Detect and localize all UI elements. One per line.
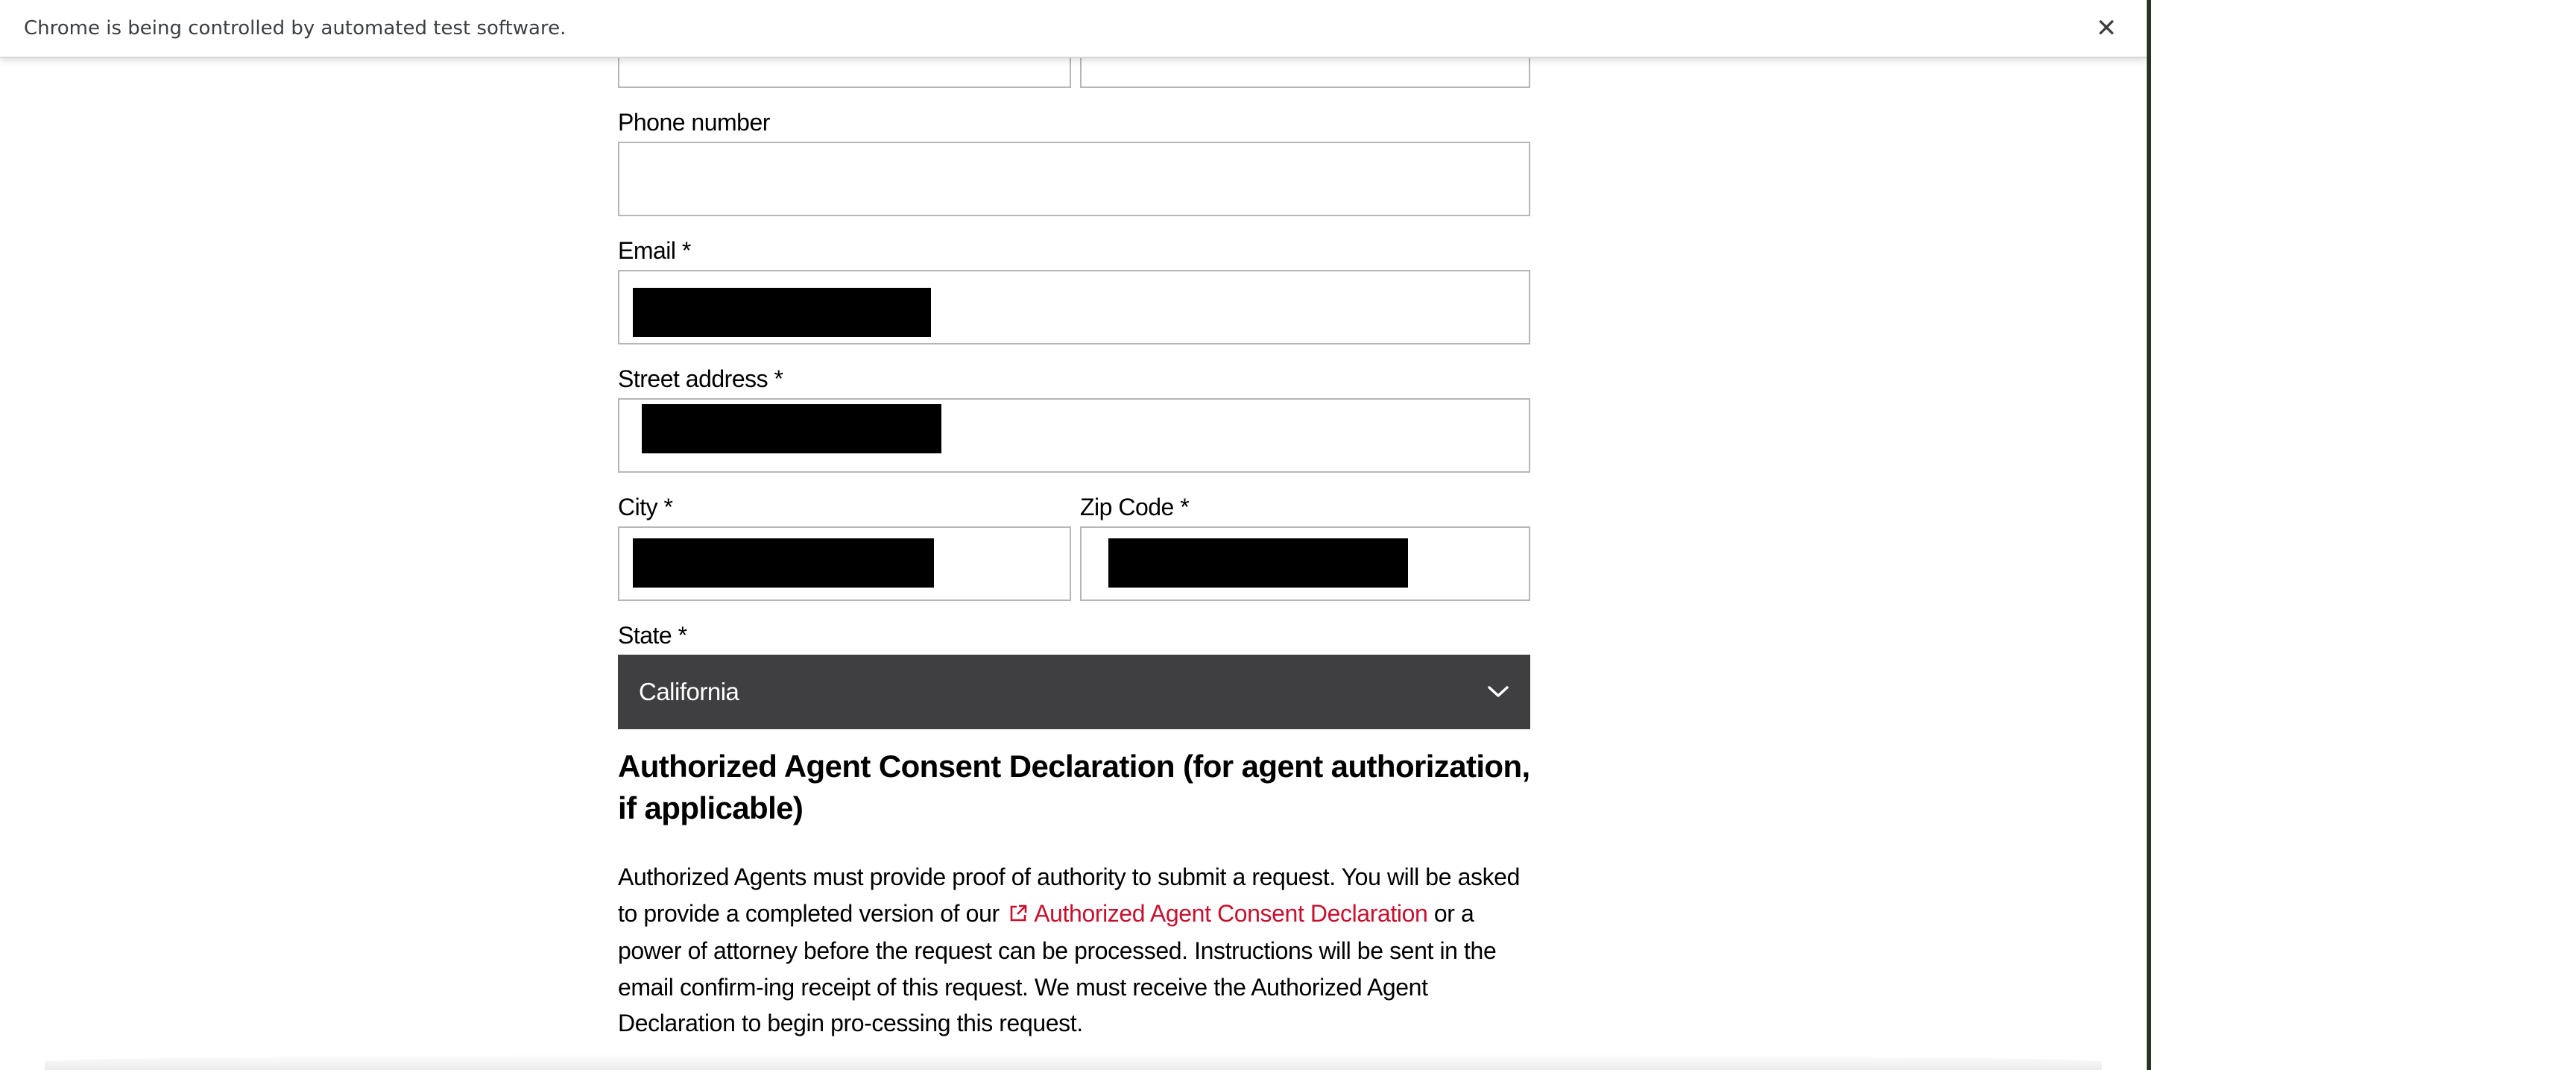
automation-infobar: Chrome is being controlled by automated … bbox=[0, 0, 2147, 58]
state-label: State * bbox=[618, 622, 687, 649]
close-icon[interactable]: ✕ bbox=[2090, 12, 2123, 45]
chevron-down-icon bbox=[1487, 685, 1509, 699]
city-input[interactable] bbox=[618, 526, 1071, 601]
viewport-bottom-shadow bbox=[45, 1054, 2102, 1070]
state-selected-value: California bbox=[639, 678, 739, 705]
browser-viewport: Chrome is being controlled by automated … bbox=[0, 0, 2147, 1070]
desktop-area bbox=[2151, 0, 2576, 1070]
infobar-message: Chrome is being controlled by automated … bbox=[24, 17, 566, 40]
street-label: Street address * bbox=[618, 365, 783, 392]
street-input[interactable] bbox=[618, 398, 1530, 473]
consent-paragraph: Authorized Agents must provide proof of … bbox=[618, 859, 1530, 1042]
consent-declaration-link[interactable]: Authorized Agent Consent Declaration bbox=[1006, 899, 1428, 927]
redacted-street-value bbox=[642, 404, 941, 453]
redacted-email-value bbox=[633, 288, 931, 337]
phone-label: Phone number bbox=[618, 109, 770, 136]
consent-heading: Authorized Agent Consent Declaration (fo… bbox=[618, 749, 1530, 825]
email-label: Email * bbox=[618, 237, 691, 264]
city-label: City * bbox=[618, 494, 673, 520]
redacted-city-value bbox=[633, 538, 934, 588]
redacted-zip-value bbox=[1108, 538, 1408, 588]
screen: Chrome is being controlled by automated … bbox=[0, 0, 2576, 1070]
phone-input[interactable] bbox=[618, 142, 1530, 216]
zip-label: Zip Code * bbox=[1080, 494, 1190, 520]
zip-input[interactable] bbox=[1080, 526, 1530, 601]
state-select[interactable]: California bbox=[618, 655, 1530, 729]
email-input[interactable] bbox=[618, 270, 1530, 344]
consent-link-text: Authorized Agent Consent Declaration bbox=[1034, 899, 1428, 927]
external-link-icon bbox=[1008, 897, 1028, 934]
